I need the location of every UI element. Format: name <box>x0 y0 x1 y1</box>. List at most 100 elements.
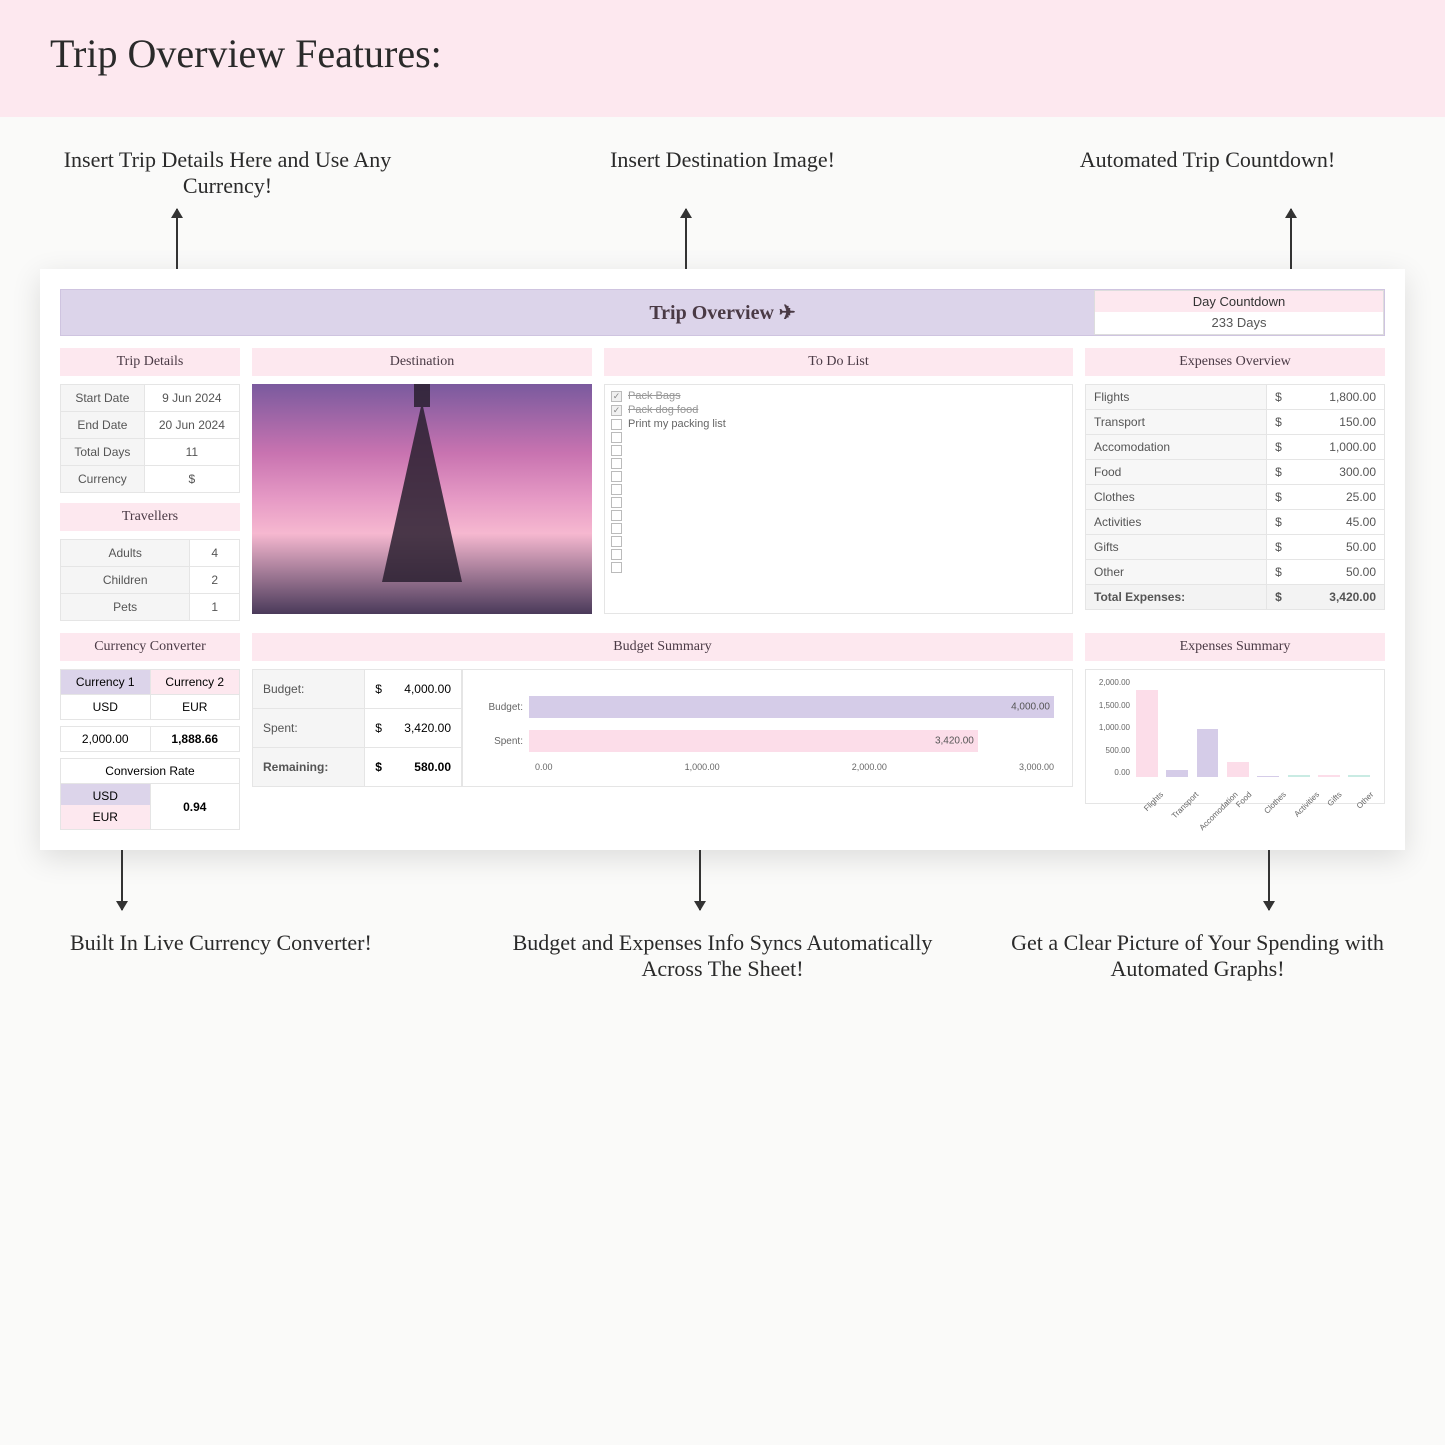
todo-item[interactable] <box>609 522 1068 535</box>
trip-details-table: Start Date9 Jun 2024 End Date20 Jun 2024… <box>60 384 240 493</box>
travellers-table: Adults4 Children2 Pets1 <box>60 539 240 621</box>
chart-bar: Transport <box>1166 770 1188 777</box>
table-row: Budget:$4,000.00 <box>253 670 462 709</box>
table-row: End Date20 Jun 2024 <box>61 412 240 439</box>
chart-bar-label: Clothes <box>1263 790 1289 816</box>
title-bar: Trip Overview ✈ Day Countdown 233 Days <box>60 289 1385 336</box>
chart-bar-label: Activities <box>1292 790 1321 819</box>
checkbox-empty-icon[interactable] <box>611 523 622 534</box>
currency-converter-header: Currency Converter <box>60 633 240 661</box>
checkbox-empty-icon[interactable] <box>611 510 622 521</box>
checkbox-empty-icon[interactable] <box>611 484 622 495</box>
chart-bar: Other <box>1348 775 1370 777</box>
chart-bar: Activities <box>1288 775 1310 777</box>
checkbox-checked-icon[interactable]: ✓ <box>611 405 622 416</box>
table-row: Total Days11 <box>61 439 240 466</box>
countdown-value: 233 Days <box>1095 312 1383 333</box>
chart-bar-label: Accomodation <box>1197 790 1239 832</box>
table-row: Start Date9 Jun 2024 <box>61 385 240 412</box>
annotation-destination-image: Insert Destination Image! <box>495 147 950 199</box>
conversion-rate-table: Conversion Rate USDEUR0.94 <box>60 758 240 830</box>
expenses-overview-header: Expenses Overview <box>1085 348 1385 376</box>
checkbox-empty-icon[interactable] <box>611 536 622 547</box>
checkbox-checked-icon[interactable]: ✓ <box>611 391 622 402</box>
annotation-trip-details: Insert Trip Details Here and Use Any Cur… <box>40 147 495 199</box>
table-row: Currency$ <box>61 466 240 493</box>
todo-item[interactable] <box>609 561 1068 574</box>
table-row: Pets1 <box>61 594 240 621</box>
todo-list: ✓Pack Bags ✓Pack dog food Print my packi… <box>604 384 1073 614</box>
table-row: Adults4 <box>61 540 240 567</box>
eiffel-tower-illustration <box>382 402 462 582</box>
page-title: Trip Overview Features: <box>50 30 1395 77</box>
todo-item[interactable]: Print my packing list <box>609 417 1068 431</box>
spreadsheet-panel: Trip Overview ✈ Day Countdown 233 Days T… <box>40 269 1405 850</box>
checkbox-empty-icon[interactable] <box>611 497 622 508</box>
table-row: Transport$150.00 <box>1086 410 1385 435</box>
destination-image[interactable] <box>252 384 592 614</box>
conversion-rate-header: Conversion Rate <box>61 759 240 784</box>
annotation-graphs: Get a Clear Picture of Your Spending wit… <box>950 930 1405 982</box>
todo-item[interactable] <box>609 535 1068 548</box>
chart-bar-label: Flights <box>1142 790 1165 813</box>
checkbox-empty-icon[interactable] <box>611 549 622 560</box>
checkbox-empty-icon[interactable] <box>611 445 622 456</box>
chart-x-axis: 0.001,000.002,000.003,000.00 <box>535 762 1054 772</box>
checkbox-empty-icon[interactable] <box>611 458 622 469</box>
countdown-box: Day Countdown 233 Days <box>1094 290 1384 335</box>
arrow-down-icon <box>495 850 950 910</box>
destination-header: Destination <box>252 348 592 376</box>
travellers-header: Travellers <box>60 503 240 531</box>
table-row: Activities$45.00 <box>1086 510 1385 535</box>
todo-item[interactable] <box>609 548 1068 561</box>
todo-item[interactable] <box>609 483 1068 496</box>
todo-item[interactable] <box>609 496 1068 509</box>
table-row: Accomodation$1,000.00 <box>1086 435 1385 460</box>
title-bar-text: Trip Overview ✈ <box>649 300 795 325</box>
chart-y-axis: 2,000.001,500.001,000.00500.000.00 <box>1092 678 1130 777</box>
annotation-currency-converter: Built In Live Currency Converter! <box>40 930 495 982</box>
table-row: Clothes$25.00 <box>1086 485 1385 510</box>
table-row-total: Total Expenses:$3,420.00 <box>1086 585 1385 610</box>
arrow-down-icon <box>40 850 495 910</box>
table-row: Children2 <box>61 567 240 594</box>
arrow-up-icon <box>495 209 950 269</box>
budget-table: Budget:$4,000.00 Spent:$3,420.00 Remaini… <box>252 669 462 787</box>
countdown-label: Day Countdown <box>1095 291 1383 312</box>
chart-bar: Gifts <box>1318 775 1340 777</box>
arrow-up-icon <box>950 209 1405 269</box>
checkbox-empty-icon[interactable] <box>611 562 622 573</box>
checkbox-empty-icon[interactable] <box>611 432 622 443</box>
chart-bar-label: Transport <box>1170 790 1200 820</box>
checkbox-empty-icon[interactable] <box>611 419 622 430</box>
budget-summary-header: Budget Summary <box>252 633 1073 661</box>
todo-item[interactable]: ✓Pack Bags <box>609 389 1068 403</box>
annotation-countdown: Automated Trip Countdown! <box>950 147 1405 199</box>
todo-item[interactable] <box>609 444 1068 457</box>
expenses-summary-header: Expenses Summary <box>1085 633 1385 661</box>
table-row: Other$50.00 <box>1086 560 1385 585</box>
chart-bar-label: Other <box>1355 790 1376 811</box>
chart-bar: Flights <box>1136 690 1158 777</box>
todo-item[interactable] <box>609 509 1068 522</box>
arrow-down-icon <box>950 850 1405 910</box>
annotation-budget-sync: Budget and Expenses Info Syncs Automatic… <box>495 930 950 982</box>
expenses-bar-chart: 2,000.001,500.001,000.00500.000.00 Fligh… <box>1085 669 1385 804</box>
currency-amount-table: 2,000.001,888.66 <box>60 726 240 752</box>
table-row: Food$300.00 <box>1086 460 1385 485</box>
table-row: Spent:$3,420.00 <box>253 709 462 748</box>
trip-details-header: Trip Details <box>60 348 240 376</box>
table-row: Remaining:$580.00 <box>253 748 462 787</box>
table-row: Gifts$50.00 <box>1086 535 1385 560</box>
todo-item[interactable] <box>609 457 1068 470</box>
todo-item[interactable]: ✓Pack dog food <box>609 403 1068 417</box>
chart-bar-label: Gifts <box>1326 790 1344 808</box>
budget-bar-chart: Budget: 4,000.00 Spent: 3,420.00 0.001,0… <box>462 669 1073 787</box>
chart-bar: Clothes <box>1257 776 1279 777</box>
todo-item[interactable] <box>609 431 1068 444</box>
table-row: Flights$1,800.00 <box>1086 385 1385 410</box>
checkbox-empty-icon[interactable] <box>611 471 622 482</box>
chart-bar: Accomodation <box>1197 729 1219 778</box>
chart-bar: Food <box>1227 762 1249 777</box>
todo-item[interactable] <box>609 470 1068 483</box>
